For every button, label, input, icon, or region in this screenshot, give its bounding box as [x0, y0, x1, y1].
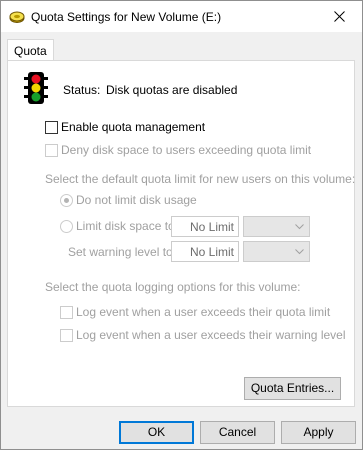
no-limit-radio[interactable]	[60, 194, 73, 207]
warning-unit-select[interactable]	[243, 241, 310, 262]
enable-quota-label[interactable]: Enable quota management	[61, 120, 205, 134]
limit-value-input[interactable]: No Limit	[171, 216, 239, 237]
limit-disk-label[interactable]: Limit disk space to	[76, 219, 175, 233]
cancel-button[interactable]: Cancel	[200, 421, 275, 444]
window-title: Quota Settings for New Volume (E:)	[31, 10, 222, 24]
log-quota-label[interactable]: Log event when a user exceeds their quot…	[76, 305, 330, 319]
tab-quota-label: Quota	[14, 44, 47, 58]
log-warning-checkbox[interactable]	[60, 329, 73, 342]
no-limit-label[interactable]: Do not limit disk usage	[76, 193, 197, 207]
log-quota-checkbox[interactable]	[60, 306, 73, 319]
drive-icon	[9, 11, 25, 23]
enable-quota-checkbox[interactable]	[45, 121, 58, 134]
deny-space-checkbox[interactable]	[45, 144, 58, 157]
chevron-down-icon	[295, 249, 304, 255]
tab-strip: Quota	[1, 32, 362, 62]
warning-value-input[interactable]: No Limit	[171, 241, 239, 262]
deny-space-label[interactable]: Deny disk space to users exceeding quota…	[61, 143, 311, 157]
log-warning-label[interactable]: Log event when a user exceeds their warn…	[76, 328, 346, 342]
ok-button[interactable]: OK	[119, 421, 194, 444]
chevron-down-icon	[295, 224, 304, 230]
quota-tab-panel: Status: Disk quotas are disabled Enable …	[7, 60, 355, 407]
logging-heading: Select the quota logging options for thi…	[45, 280, 301, 294]
default-limit-heading: Select the default quota limit for new u…	[45, 172, 356, 186]
apply-button[interactable]: Apply	[281, 421, 356, 444]
status-value: Disk quotas are disabled	[106, 83, 238, 97]
quota-settings-window: Quota Settings for New Volume (E:) Quota…	[0, 0, 363, 450]
close-icon	[334, 11, 345, 22]
quota-entries-button[interactable]: Quota Entries...	[244, 377, 341, 400]
limit-disk-radio[interactable]	[60, 220, 73, 233]
close-button[interactable]	[316, 1, 362, 32]
traffic-light-icon	[24, 72, 48, 104]
title-bar[interactable]: Quota Settings for New Volume (E:)	[1, 1, 362, 32]
status-label: Status:	[63, 83, 101, 97]
limit-unit-select[interactable]	[243, 216, 310, 237]
warning-level-label: Set warning level to	[68, 245, 173, 259]
tab-quota[interactable]: Quota	[7, 39, 54, 62]
